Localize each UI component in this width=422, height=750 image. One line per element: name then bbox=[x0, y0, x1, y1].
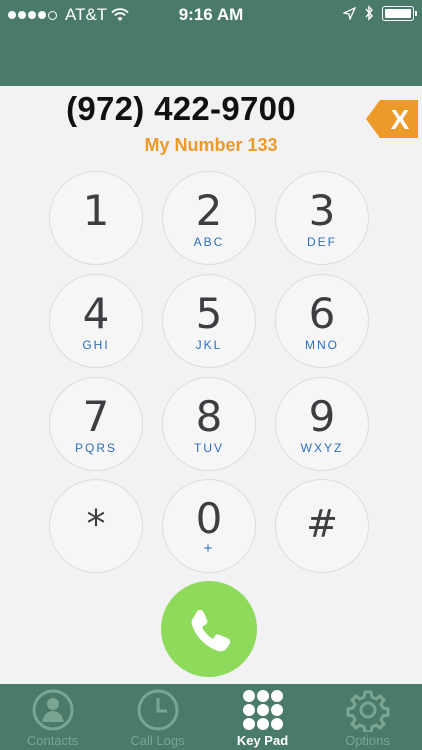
key-4[interactable]: 4 GHI bbox=[49, 274, 143, 368]
key-letters: WXYZ bbox=[300, 441, 344, 455]
tab-label: Options bbox=[345, 733, 390, 748]
key-letters: DEF bbox=[307, 235, 337, 249]
key-digit: * bbox=[86, 502, 106, 546]
call-button[interactable] bbox=[161, 581, 257, 677]
key-letters: JKL bbox=[195, 338, 223, 352]
key-digit: 5 bbox=[195, 289, 223, 338]
dialed-number: (972) 422-9700 bbox=[66, 90, 296, 127]
battery-icon bbox=[382, 5, 417, 21]
key-digit: 4 bbox=[82, 289, 110, 338]
key-0[interactable]: 0 + bbox=[162, 479, 256, 573]
contacts-icon bbox=[32, 689, 73, 731]
tab-call-logs[interactable]: Call Logs bbox=[105, 684, 210, 750]
key-9[interactable]: 9 WXYZ bbox=[275, 377, 369, 471]
bluetooth-icon bbox=[365, 5, 373, 21]
backspace-label: X bbox=[391, 104, 410, 135]
tab-contacts[interactable]: Contacts bbox=[0, 684, 105, 750]
key-2[interactable]: 2 ABC bbox=[162, 171, 256, 265]
keypad-icon bbox=[242, 690, 283, 730]
status-bar: AT&T 9:16 AM bbox=[0, 0, 422, 86]
key-digit: 7 bbox=[82, 392, 110, 441]
key-5[interactable]: 5 JKL bbox=[162, 274, 256, 368]
key-letters: TUV bbox=[194, 441, 224, 455]
key-letters: + bbox=[203, 540, 215, 557]
tab-keypad[interactable]: Key Pad bbox=[210, 684, 315, 750]
backspace-button[interactable]: X bbox=[366, 100, 418, 138]
key-letters: MNO bbox=[305, 338, 339, 352]
tab-label: Contacts bbox=[26, 733, 79, 748]
tab-label: Key Pad bbox=[236, 733, 289, 748]
key-6[interactable]: 6 MNO bbox=[275, 274, 369, 368]
key-digit: 6 bbox=[308, 289, 336, 338]
key-star[interactable]: * bbox=[49, 479, 143, 573]
key-digit: 2 bbox=[195, 186, 223, 235]
clock-icon bbox=[137, 689, 178, 731]
key-hash[interactable]: # bbox=[275, 479, 369, 573]
location-icon bbox=[343, 6, 356, 20]
key-7[interactable]: 7 PQRS bbox=[49, 377, 143, 471]
key-3[interactable]: 3 DEF bbox=[275, 171, 369, 265]
tab-label: Call Logs bbox=[130, 733, 185, 748]
key-letters: PQRS bbox=[74, 441, 117, 455]
key-1[interactable]: 1 bbox=[49, 171, 143, 265]
tab-options[interactable]: Options bbox=[315, 684, 420, 750]
key-digit: 0 bbox=[195, 494, 223, 543]
backspace-icon: X bbox=[366, 100, 418, 138]
tab-bar: Contacts Call Logs Key Pad Options bbox=[0, 684, 422, 750]
key-digit: 1 bbox=[82, 186, 110, 235]
key-digit: 3 bbox=[308, 186, 336, 235]
phone-icon bbox=[191, 609, 231, 652]
caller-id-label: My Number 133 bbox=[144, 135, 278, 155]
key-letters: ABC bbox=[193, 235, 225, 249]
gear-icon bbox=[346, 690, 389, 732]
key-digit: 9 bbox=[308, 392, 336, 441]
key-digit: 8 bbox=[195, 392, 223, 441]
key-8[interactable]: 8 TUV bbox=[162, 377, 256, 471]
key-letters: GHI bbox=[82, 338, 110, 352]
key-digit: # bbox=[306, 502, 338, 546]
